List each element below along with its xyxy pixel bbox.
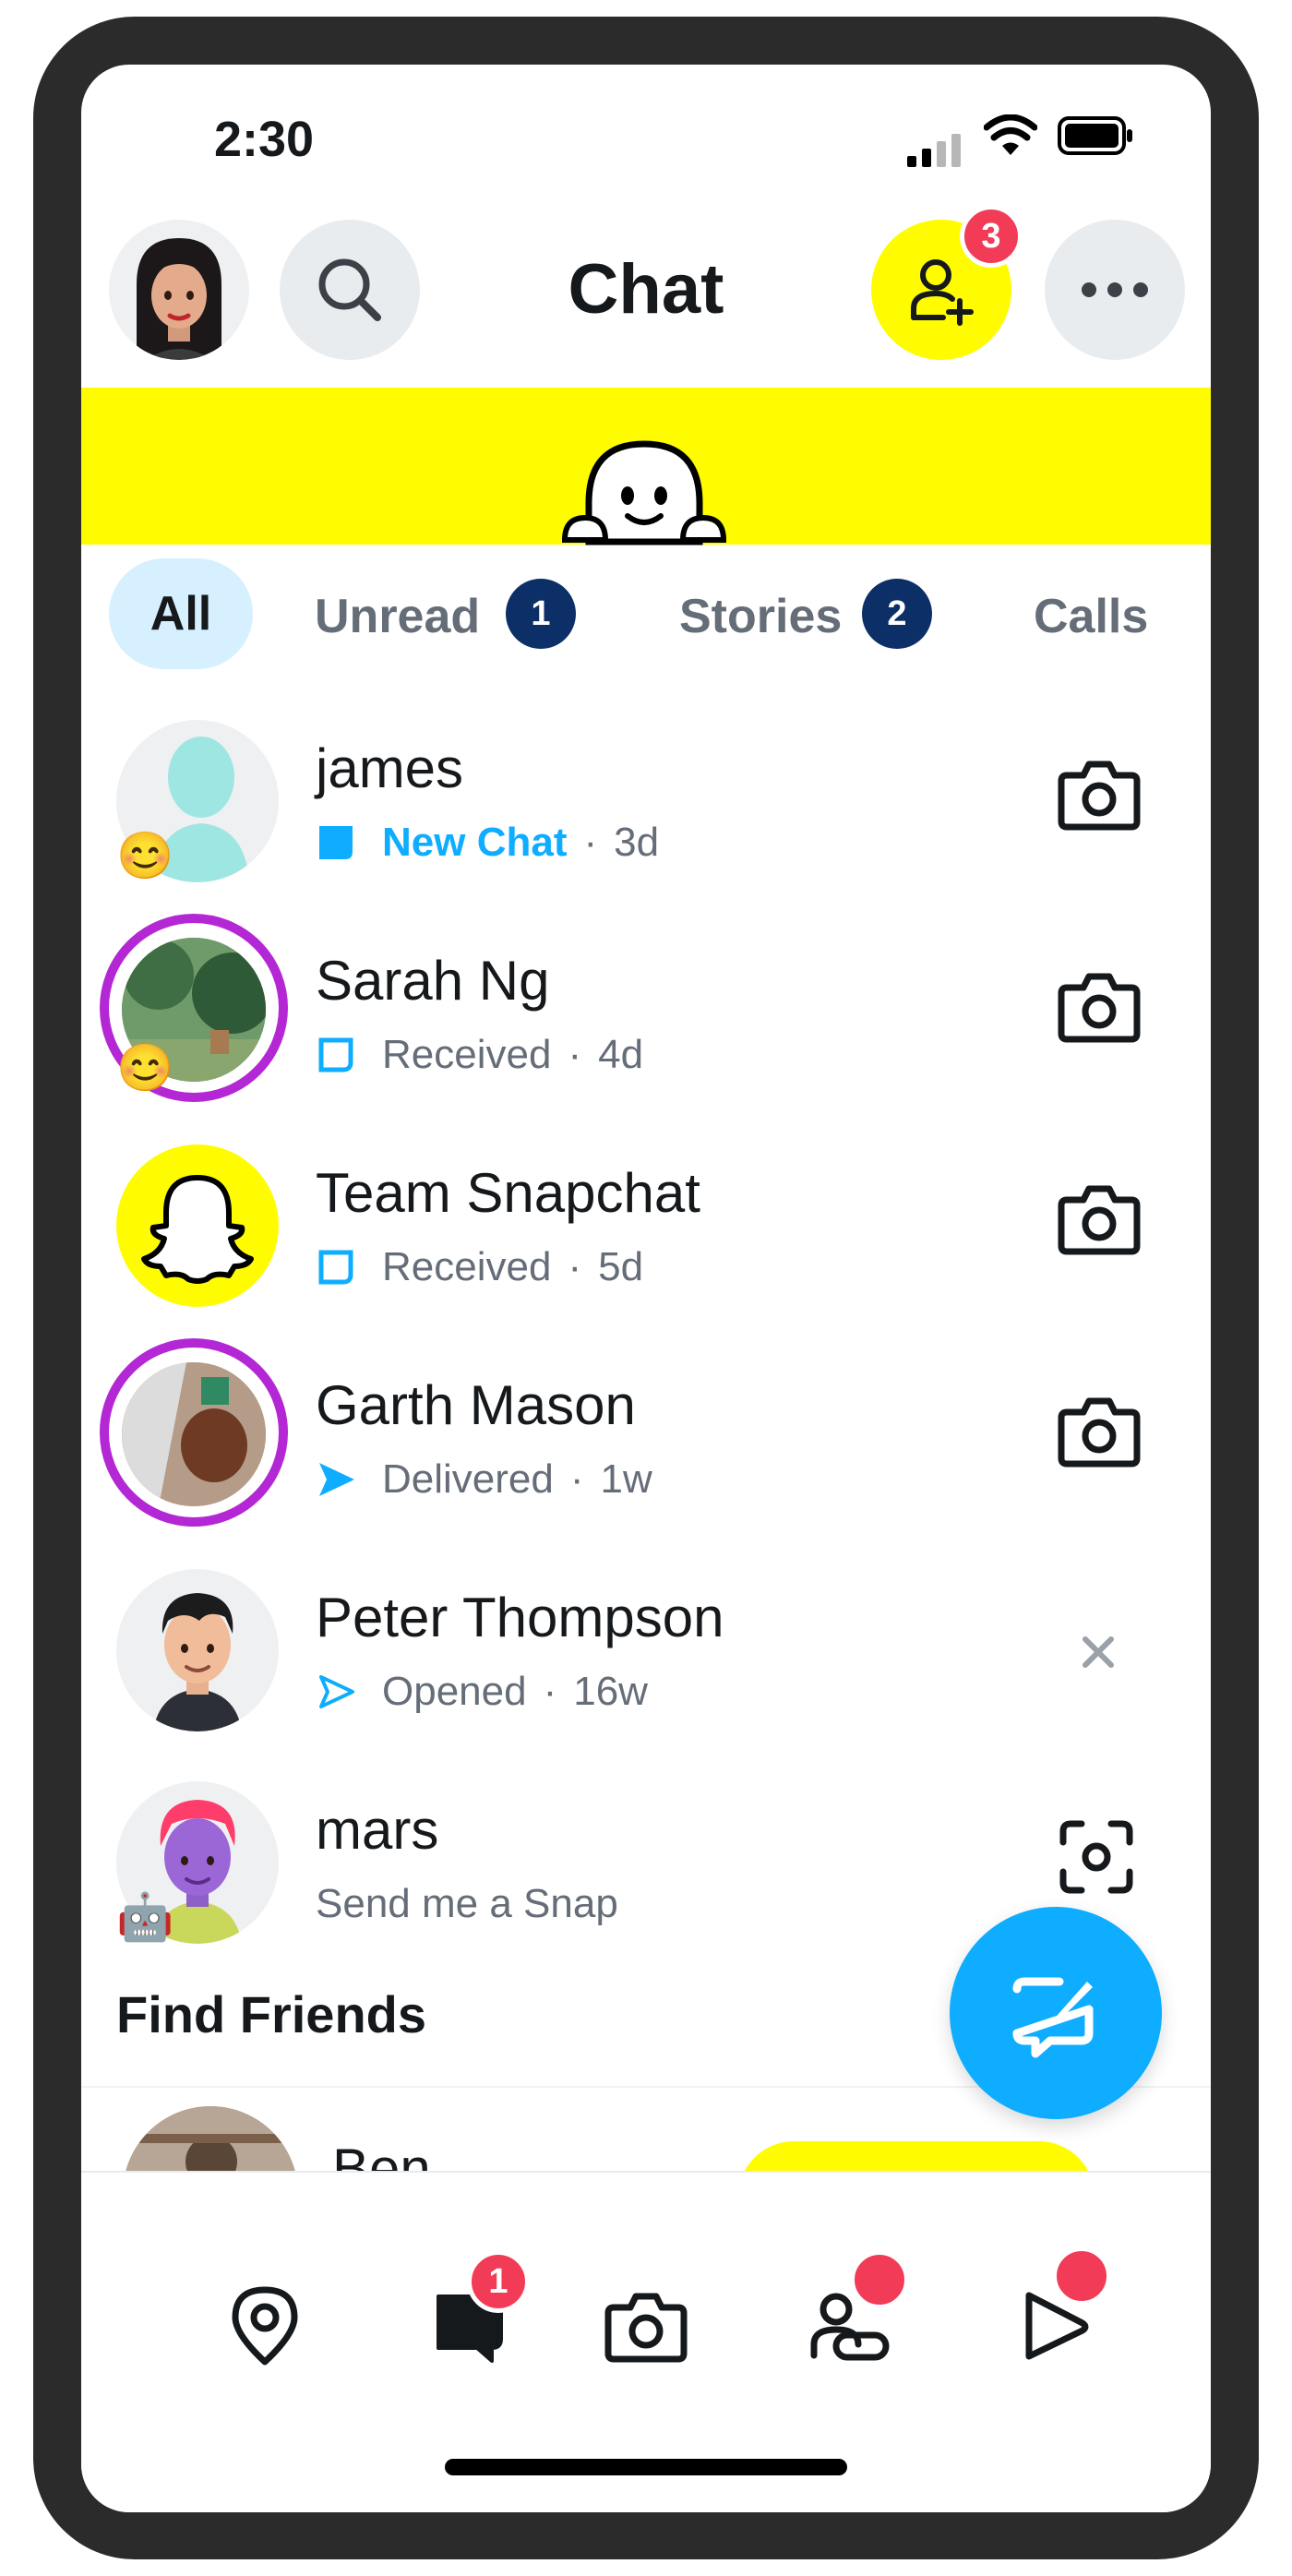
map-pin-icon [232,2286,298,2366]
find-friends-title: Find Friends [116,1985,426,2043]
home-indicator [445,2459,847,2475]
cellular-signal-icon [907,134,961,167]
tab-unread-label: Unread [315,590,481,643]
tab-calls-label: Calls [1034,590,1149,643]
status-time: 4d [598,1032,644,1077]
status-label: New Chat [382,820,568,865]
status-time: 5d [598,1244,644,1289]
chat-name: Garth Mason [316,1374,636,1436]
chat-unread-badge: 1 [467,2250,530,2313]
stories-count-badge: 2 [862,579,932,649]
compose-chat-icon [1012,1977,1094,2058]
chat-name: james [316,737,464,799]
phone-screen: 2:30 Chat 3 All Unread 1 Stories 2 Calls… [81,65,1211,2512]
chat-row-team-snapchat[interactable]: Team Snapchat Received · 5d [81,1124,1211,1336]
tab-calls[interactable]: Calls [1034,589,1148,644]
new-chat-button[interactable] [950,1907,1162,2119]
unread-count-badge: 1 [506,579,576,649]
snapchat-ghost-icon [141,1175,254,1284]
status-label: Received [382,1244,552,1289]
camera-reply-icon[interactable] [1058,1181,1141,1255]
nav-camera[interactable] [591,2270,701,2381]
separator-dot: · [543,1669,557,1714]
chat-name: Team Snapchat [316,1162,700,1224]
ghost-peek-icon[interactable] [561,438,727,545]
delivered-arrow-icon [319,1463,354,1496]
opened-arrow-outline-icon [319,1675,354,1708]
friend-emoji: 😊 [116,830,174,881]
separator-dot: · [583,820,598,865]
chat-status: Delivered · 1w [316,1456,652,1503]
add-friend-icon [911,259,974,326]
chat-row-garth-mason[interactable]: Garth Mason Delivered · 1w [81,1336,1211,1549]
status-time: 3d [614,820,660,865]
tab-all-label: All [150,587,212,641]
bitmoji-avatar-icon [153,1593,242,1731]
tab-stories-label: Stories [679,590,843,643]
chat-status: Received · 5d [316,1244,643,1290]
chat-status: Received · 4d [316,1032,643,1078]
status-label: Received [382,1032,552,1077]
new-chat-filled-icon [319,826,353,859]
more-horizontal-icon [1082,282,1148,297]
stories-notification-dot [850,2250,909,2309]
separator-dot: · [569,1456,584,1502]
received-chat-outline-icon [318,1250,353,1285]
avatar [116,1144,279,1307]
camera-reply-icon[interactable] [1058,757,1141,831]
nav-map[interactable] [209,2270,320,2381]
avatar [122,1362,266,1506]
battery-icon [1058,116,1132,155]
dismiss-icon[interactable] [1080,1634,1117,1671]
bottom-nav: 1 [81,2171,1211,2512]
scan-snap-icon[interactable] [1058,1818,1135,1896]
spotlight-notification-dot [1052,2247,1111,2306]
photo-avatar-icon [122,1362,266,1506]
friend-emoji: 😊 [116,1042,174,1094]
camera-reply-icon[interactable] [1058,969,1141,1043]
chat-name: mars [316,1799,439,1861]
chat-status: Opened · 16w [316,1669,648,1715]
status-label: Delivered [382,1456,554,1502]
received-chat-outline-icon [318,1037,353,1072]
tab-unread[interactable]: Unread [315,589,480,644]
more-options-button[interactable] [1045,220,1185,360]
chat-name: Peter Thompson [316,1587,724,1648]
chat-row-sarah-ng[interactable]: 😊 Sarah Ng Received · 4d [81,912,1211,1124]
chat-subtitle: Send me a Snap [316,1881,618,1927]
chat-status: New Chat · 3d [316,820,659,866]
subtitle-label: Send me a Snap [316,1881,618,1926]
separator-dot: · [568,1244,582,1289]
separator-dot: · [568,1032,582,1077]
status-time: 16w [573,1669,648,1714]
avatar [116,1569,279,1731]
status-time: 1w [600,1456,652,1502]
wifi-icon [984,114,1037,155]
tab-stories[interactable]: Stories [679,589,842,644]
add-friends-badge: 3 [960,205,1023,268]
status-label: Opened [382,1669,527,1714]
chat-row-james[interactable]: 😊 james New Chat · 3d [81,700,1211,912]
chat-name: Sarah Ng [316,950,550,1012]
friend-emoji: 🤖 [116,1891,174,1943]
chat-row-peter-thompson[interactable]: Peter Thompson Opened · 16w [81,1549,1211,1761]
camera-icon [604,2293,688,2363]
status-time: 2:30 [214,112,315,167]
tab-all[interactable]: All [109,558,253,669]
camera-reply-icon[interactable] [1058,1394,1141,1468]
page-title: Chat [568,250,724,329]
